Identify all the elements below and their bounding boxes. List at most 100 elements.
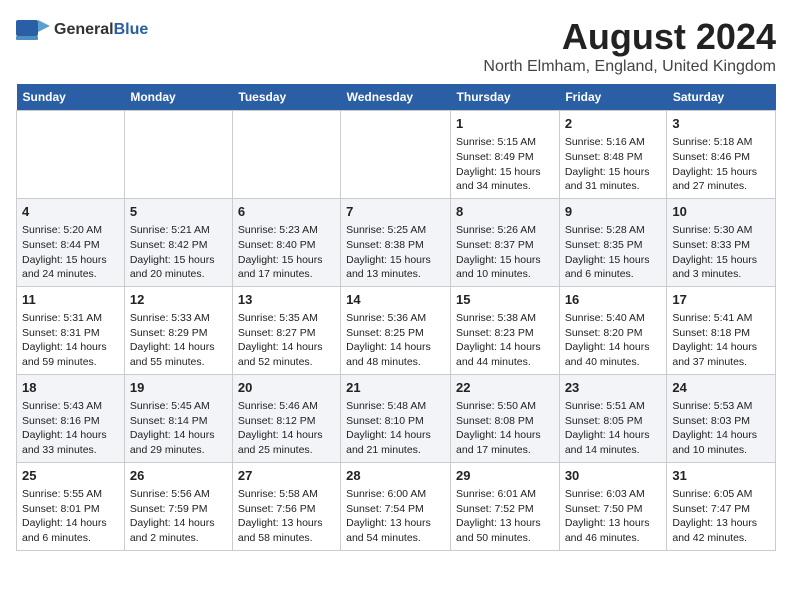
calendar-cell: 1 Sunrise: 5:15 AM Sunset: 8:49 PM Daylig… [451, 111, 560, 199]
calendar-cell: 31Sunrise: 6:05 AM Sunset: 7:47 PM Dayli… [667, 462, 776, 550]
calendar-cell: 19Sunrise: 5:45 AM Sunset: 8:14 PM Dayli… [124, 374, 232, 462]
day-number: 19 [130, 379, 227, 397]
calendar-cell: 29Sunrise: 6:01 AM Sunset: 7:52 PM Dayli… [451, 462, 560, 550]
weekday-header-tuesday: Tuesday [232, 84, 340, 111]
calendar-cell: 11 Sunrise: 5:31 AM Sunset: 8:31 PM Dayli… [17, 286, 125, 374]
day-info: Sunrise: 5:48 AM Sunset: 8:10 PM Dayligh… [346, 399, 445, 458]
day-info: Sunrise: 5:36 AM Sunset: 8:25 PM Dayligh… [346, 311, 445, 370]
day-info: Sunrise: 5:25 AM Sunset: 8:38 PM Dayligh… [346, 223, 445, 282]
day-info: Sunrise: 5:35 AM Sunset: 8:27 PM Dayligh… [238, 311, 335, 370]
day-info: Sunrise: 5:56 AM Sunset: 7:59 PM Dayligh… [130, 487, 227, 546]
day-info: Sunrise: 5:41 AM Sunset: 8:18 PM Dayligh… [672, 311, 770, 370]
day-info: Sunrise: 5:21 AM Sunset: 8:42 PM Dayligh… [130, 223, 227, 282]
day-number: 23 [565, 379, 662, 397]
weekday-header-wednesday: Wednesday [341, 84, 451, 111]
calendar-cell: 15 Sunrise: 5:38 AM Sunset: 8:23 PM Dayli… [451, 286, 560, 374]
day-info: Sunrise: 5:33 AM Sunset: 8:29 PM Dayligh… [130, 311, 227, 370]
logo-general-text: General [54, 21, 114, 38]
calendar-week-row: 18 Sunrise: 5:43 AM Sunset: 8:16 PM Dayli… [17, 374, 776, 462]
day-number: 18 [22, 379, 119, 397]
logo-blue-text: Blue [114, 21, 149, 38]
day-info: Sunrise: 5:26 AM Sunset: 8:37 PM Dayligh… [456, 223, 554, 282]
day-info: Sunrise: 5:40 AM Sunset: 8:20 PM Dayligh… [565, 311, 662, 370]
calendar-week-row: 25 Sunrise: 5:55 AM Sunset: 8:01 PM Dayli… [17, 462, 776, 550]
day-number: 17 [672, 291, 770, 309]
day-number: 14 [346, 291, 445, 309]
day-number: 13 [238, 291, 335, 309]
day-number: 2 [565, 115, 662, 133]
header: GeneralBlue August 2024 North Elmham, En… [16, 16, 776, 76]
calendar-cell: 10 Sunrise: 5:30 AM Sunset: 8:33 PM Dayli… [667, 198, 776, 286]
calendar-cell: 4Sunrise: 5:20 AM Sunset: 8:44 PM Daylig… [17, 198, 125, 286]
calendar-cell: 9 Sunrise: 5:28 AM Sunset: 8:35 PM Daylig… [559, 198, 667, 286]
calendar-cell: 17 Sunrise: 5:41 AM Sunset: 8:18 PM Dayli… [667, 286, 776, 374]
day-number: 22 [456, 379, 554, 397]
weekday-header-thursday: Thursday [451, 84, 560, 111]
calendar-cell [124, 111, 232, 199]
day-info: Sunrise: 6:00 AM Sunset: 7:54 PM Dayligh… [346, 487, 445, 546]
calendar-cell: 27 Sunrise: 5:58 AM Sunset: 7:56 PM Dayli… [232, 462, 340, 550]
calendar-week-row: 1 Sunrise: 5:15 AM Sunset: 8:49 PM Daylig… [17, 111, 776, 199]
calendar-cell [17, 111, 125, 199]
day-number: 11 [22, 291, 119, 309]
calendar-cell: 8 Sunrise: 5:26 AM Sunset: 8:37 PM Daylig… [451, 198, 560, 286]
calendar-cell: 5 Sunrise: 5:21 AM Sunset: 8:42 PM Daylig… [124, 198, 232, 286]
day-number: 26 [130, 467, 227, 485]
calendar-cell: 23 Sunrise: 5:51 AM Sunset: 8:05 PM Dayli… [559, 374, 667, 462]
day-number: 25 [22, 467, 119, 485]
calendar-cell: 14 Sunrise: 5:36 AM Sunset: 8:25 PM Dayli… [341, 286, 451, 374]
day-number: 9 [565, 203, 662, 221]
weekday-header-monday: Monday [124, 84, 232, 111]
logo: GeneralBlue [16, 16, 148, 44]
calendar-cell: 28 Sunrise: 6:00 AM Sunset: 7:54 PM Dayli… [341, 462, 451, 550]
day-number: 20 [238, 379, 335, 397]
location-subtitle: North Elmham, England, United Kingdom [483, 58, 776, 76]
day-info: Sunrise: 5:31 AM Sunset: 8:31 PM Dayligh… [22, 311, 119, 370]
calendar-week-row: 11 Sunrise: 5:31 AM Sunset: 8:31 PM Dayli… [17, 286, 776, 374]
day-info: Sunrise: 5:15 AM Sunset: 8:49 PM Dayligh… [456, 135, 554, 194]
day-number: 28 [346, 467, 445, 485]
day-info: Sunrise: 5:50 AM Sunset: 8:08 PM Dayligh… [456, 399, 554, 458]
day-info: Sunrise: 5:58 AM Sunset: 7:56 PM Dayligh… [238, 487, 335, 546]
weekday-header-sunday: Sunday [17, 84, 125, 111]
day-number: 3 [672, 115, 770, 133]
day-info: Sunrise: 5:30 AM Sunset: 8:33 PM Dayligh… [672, 223, 770, 282]
day-number: 5 [130, 203, 227, 221]
day-info: Sunrise: 5:43 AM Sunset: 8:16 PM Dayligh… [22, 399, 119, 458]
day-number: 24 [672, 379, 770, 397]
day-number: 12 [130, 291, 227, 309]
calendar-table: SundayMondayTuesdayWednesdayThursdayFrid… [16, 84, 776, 551]
day-number: 21 [346, 379, 445, 397]
day-info: Sunrise: 5:38 AM Sunset: 8:23 PM Dayligh… [456, 311, 554, 370]
day-info: Sunrise: 5:53 AM Sunset: 8:03 PM Dayligh… [672, 399, 770, 458]
day-number: 8 [456, 203, 554, 221]
weekday-header-friday: Friday [559, 84, 667, 111]
day-info: Sunrise: 5:28 AM Sunset: 8:35 PM Dayligh… [565, 223, 662, 282]
logo-icon [16, 16, 50, 44]
calendar-cell [341, 111, 451, 199]
day-number: 30 [565, 467, 662, 485]
weekday-header-row: SundayMondayTuesdayWednesdayThursdayFrid… [17, 84, 776, 111]
calendar-cell [232, 111, 340, 199]
calendar-cell: 30 Sunrise: 6:03 AM Sunset: 7:50 PM Dayli… [559, 462, 667, 550]
day-info: Sunrise: 6:05 AM Sunset: 7:47 PM Dayligh… [672, 487, 770, 546]
day-number: 10 [672, 203, 770, 221]
day-number: 15 [456, 291, 554, 309]
calendar-cell: 2 Sunrise: 5:16 AM Sunset: 8:48 PM Daylig… [559, 111, 667, 199]
calendar-cell: 13 Sunrise: 5:35 AM Sunset: 8:27 PM Dayli… [232, 286, 340, 374]
calendar-cell: 25 Sunrise: 5:55 AM Sunset: 8:01 PM Dayli… [17, 462, 125, 550]
day-info: Sunrise: 5:55 AM Sunset: 8:01 PM Dayligh… [22, 487, 119, 546]
day-number: 27 [238, 467, 335, 485]
day-info: Sunrise: 5:16 AM Sunset: 8:48 PM Dayligh… [565, 135, 662, 194]
day-number: 1 [456, 115, 554, 133]
day-info: Sunrise: 6:03 AM Sunset: 7:50 PM Dayligh… [565, 487, 662, 546]
calendar-cell: 12 Sunrise: 5:33 AM Sunset: 8:29 PM Dayli… [124, 286, 232, 374]
month-year-title: August 2024 [483, 16, 776, 58]
day-number: 4 [22, 203, 119, 221]
day-number: 6 [238, 203, 335, 221]
day-info: Sunrise: 5:51 AM Sunset: 8:05 PM Dayligh… [565, 399, 662, 458]
day-info: Sunrise: 5:18 AM Sunset: 8:46 PM Dayligh… [672, 135, 770, 194]
calendar-cell: 21 Sunrise: 5:48 AM Sunset: 8:10 PM Dayli… [341, 374, 451, 462]
title-block: August 2024 North Elmham, England, Unite… [483, 16, 776, 76]
day-info: Sunrise: 6:01 AM Sunset: 7:52 PM Dayligh… [456, 487, 554, 546]
